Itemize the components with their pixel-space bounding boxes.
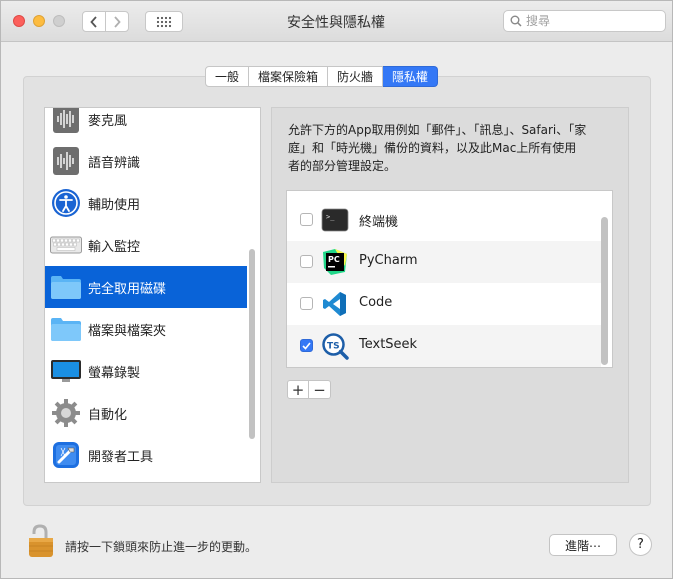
sidebar-item-label: 檔案與檔案夾: [88, 323, 167, 339]
search-icon: [510, 15, 522, 27]
add-button[interactable]: +: [287, 380, 309, 399]
forward-button[interactable]: [105, 11, 129, 32]
sidebar-item-accessibility[interactable]: 輔助使用: [45, 182, 247, 224]
sidebar-item-label: 語音辨識: [88, 155, 141, 171]
app-list-scrollbar[interactable]: [601, 217, 608, 365]
svg-text:PC: PC: [328, 255, 340, 264]
sidebar-item-label: 完全取用磁碟: [88, 281, 167, 297]
sidebar-scrollbar[interactable]: [249, 249, 255, 439]
sidebar-item-files-and-folders[interactable]: 檔案與檔案夾: [45, 308, 247, 350]
app-list[interactable]: >_ 終端機 PC PyCharm Code TS TextSeek: [286, 190, 613, 368]
svg-text:>_: >_: [326, 213, 335, 221]
app-row-textseek[interactable]: TS TextSeek: [287, 325, 601, 367]
add-remove-control: + −: [287, 380, 331, 399]
preferences-window: 安全性與隱私權 一般 檔案保險箱 防火牆 隱私權: [0, 0, 673, 579]
close-button[interactable]: [13, 15, 25, 27]
sidebar-item-developer-tools[interactable]: 開發者工具: [45, 434, 247, 476]
app-row-code[interactable]: Code: [287, 283, 601, 325]
app-name: 終端機: [359, 215, 399, 230]
gear-icon: [50, 397, 82, 429]
zoom-button[interactable]: [53, 15, 65, 27]
privacy-category-list[interactable]: 麥克風 語音辨識 輔助使用 輸入監控 完全取用磁碟 檔案與檔案夾 螢幕錄製 自動…: [44, 107, 261, 483]
vscode-icon: [323, 292, 346, 316]
speech-recognition-icon: [50, 145, 82, 177]
folder-icon: [50, 271, 82, 303]
access-description: 允許下方的App取用例如「郵件」、「訊息」、Safari、「家庭」和「時光機」備…: [288, 123, 587, 173]
sidebar-item-screen-recording[interactable]: 螢幕錄製: [45, 350, 247, 392]
app-checkbox[interactable]: [300, 339, 313, 352]
show-all-button[interactable]: [145, 11, 183, 32]
tab-firewall[interactable]: 防火牆: [328, 66, 384, 87]
sidebar-item-input-monitoring[interactable]: 輸入監控: [45, 224, 247, 266]
tab-privacy[interactable]: 隱私權: [383, 66, 439, 87]
app-checkbox[interactable]: [300, 255, 313, 268]
app-checkbox[interactable]: [300, 213, 313, 226]
tab-filevault[interactable]: 檔案保險箱: [249, 66, 329, 87]
sidebar-item-label: 自動化: [88, 407, 128, 423]
sidebar-item-speech-recognition[interactable]: 語音辨識: [45, 140, 247, 182]
lock-message: 請按一下鎖頭來防止進一步的更動。: [65, 540, 258, 554]
chevron-left-icon: [90, 15, 97, 28]
app-name: PyCharm: [359, 253, 418, 268]
sidebar-item-automation[interactable]: 自動化: [45, 392, 247, 434]
window-title: 安全性與隱私權: [287, 15, 385, 31]
sidebar-item-full-disk-access[interactable]: 完全取用磁碟: [45, 266, 247, 308]
folder-icon: [50, 313, 82, 345]
accessibility-icon: [50, 187, 82, 219]
lock-icon[interactable]: [26, 524, 56, 558]
keyboard-icon: [50, 229, 82, 261]
remove-button[interactable]: −: [309, 380, 331, 399]
terminal-icon: >_: [321, 208, 349, 232]
search-input[interactable]: [526, 14, 656, 28]
sidebar-item-label: 螢幕錄製: [88, 365, 141, 381]
sidebar-item-label: 麥克風: [88, 113, 128, 129]
app-name: Code: [359, 295, 393, 310]
back-button[interactable]: [82, 11, 106, 32]
chevron-right-icon: [114, 15, 121, 28]
textseek-icon: TS: [322, 333, 349, 360]
sidebar-item-label: 開發者工具: [88, 449, 154, 465]
search-field[interactable]: [503, 10, 666, 32]
minimize-button[interactable]: [33, 15, 45, 27]
sidebar-item-microphone[interactable]: 麥克風: [45, 108, 247, 140]
list-item-partial: [287, 190, 601, 191]
sidebar-item-label: 輔助使用: [88, 197, 141, 213]
grid-icon: [156, 16, 172, 27]
app-checkbox[interactable]: [300, 297, 313, 310]
svg-text:TS: TS: [327, 342, 340, 352]
tab-bar: 一般 檔案保險箱 防火牆 隱私權: [205, 66, 439, 87]
pycharm-icon: PC: [323, 249, 347, 275]
tab-general[interactable]: 一般: [205, 66, 250, 87]
display-icon: [50, 355, 82, 387]
help-button[interactable]: ?: [629, 533, 652, 556]
advanced-button[interactable]: 進階⋯: [549, 534, 617, 556]
checkmark-icon: [302, 341, 311, 350]
app-row-terminal[interactable]: >_ 終端機: [287, 199, 601, 241]
title-bar: 安全性與隱私權: [1, 1, 672, 42]
app-name: TextSeek: [359, 337, 418, 352]
sidebar-item-label: 輸入監控: [88, 239, 141, 255]
app-row-pycharm[interactable]: PC PyCharm: [287, 241, 601, 283]
microphone-icon: [50, 108, 82, 135]
developer-tools-icon: [50, 439, 82, 471]
